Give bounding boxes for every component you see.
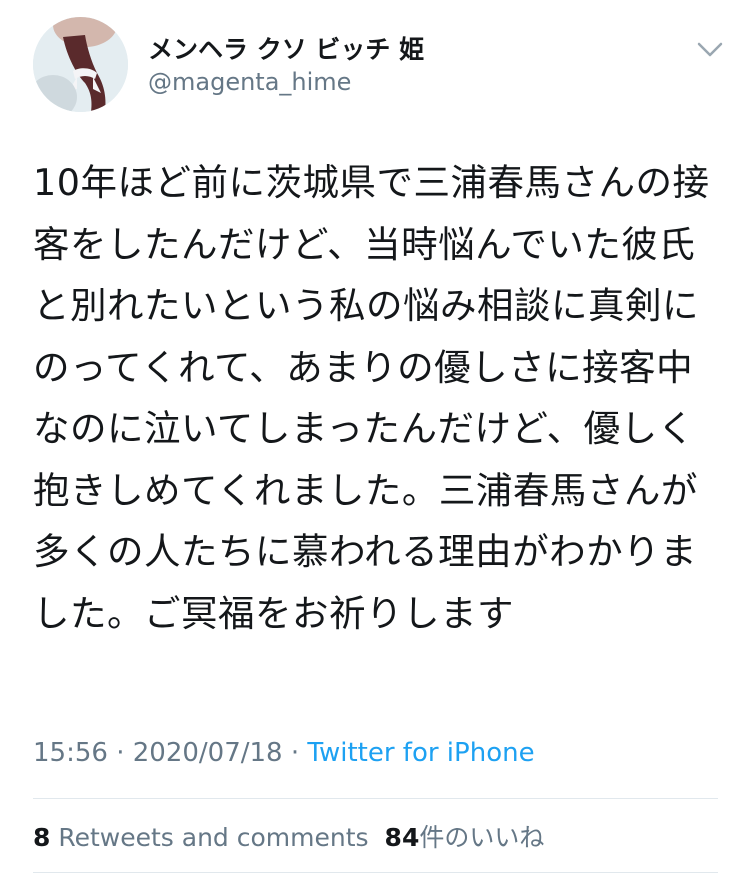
retweets-stat[interactable]: 8 Retweets and comments	[33, 823, 369, 852]
display-name[interactable]: メンヘラ クソ ビッチ 姫	[148, 30, 424, 66]
user-handle[interactable]: @magenta_hime	[148, 68, 351, 96]
tweet-source-link[interactable]: Twitter for iPhone	[307, 738, 534, 768]
likes-count: 84	[384, 823, 420, 852]
tweet-time: 15:56	[33, 738, 108, 768]
retweets-count: 8	[33, 823, 51, 852]
tweet-header: メンヘラ クソ ビッチ 姫 @magenta_hime	[0, 0, 750, 120]
tweet-date: 2020/07/18	[132, 738, 283, 768]
retweets-label: Retweets and comments	[50, 823, 369, 852]
avatar-image	[33, 17, 128, 112]
meta-separator: ·	[107, 738, 133, 768]
tweet-stats: 8 Retweets and comments 84件のいいね	[33, 818, 544, 854]
divider	[33, 872, 718, 873]
likes-label: 件のいいね	[419, 823, 545, 852]
meta-separator: ·	[282, 738, 308, 768]
divider	[33, 798, 718, 799]
tweet-text: 10年ほど前に茨城県で三浦春馬さんの接客をしたんだけど、当時悩んでいた彼氏と別れ…	[33, 161, 710, 635]
likes-stat[interactable]: 84件のいいね	[385, 823, 545, 852]
chevron-down-icon[interactable]	[690, 32, 730, 66]
tweet-meta: 15:56 · 2020/07/18 · Twitter for iPhone	[33, 738, 535, 768]
avatar[interactable]	[33, 17, 128, 112]
